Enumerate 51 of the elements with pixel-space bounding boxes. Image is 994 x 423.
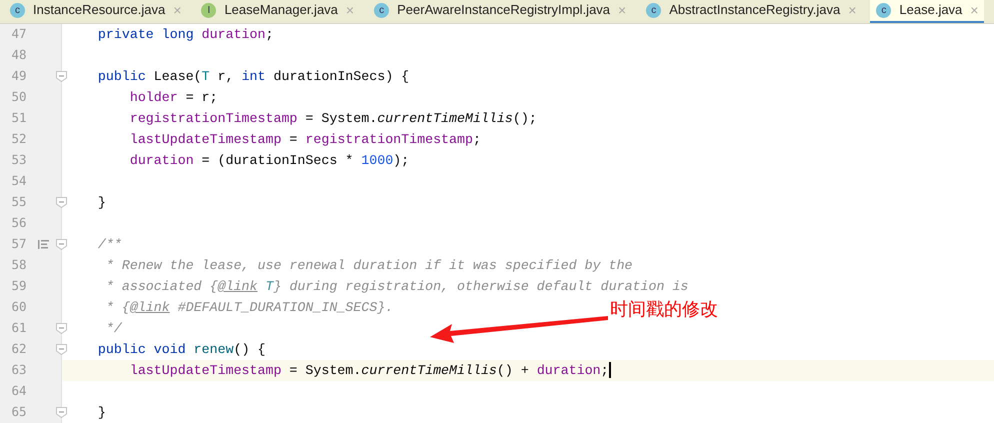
line-number: 64: [10, 382, 27, 400]
code-line: /**: [96, 236, 122, 254]
line-number: 60: [10, 298, 27, 316]
code-line: * associated {@link T} during registration, otherwise default duration is: [104, 278, 688, 296]
code-line: private long duration;: [96, 26, 274, 44]
fold-icon[interactable]: [56, 344, 67, 355]
code-line: duration = (durationInSecs * 1000);: [128, 152, 410, 170]
fold-icon[interactable]: [56, 323, 67, 334]
class-file-icon: c: [876, 2, 892, 18]
class-file-icon: c: [10, 2, 25, 18]
fold-icon[interactable]: [56, 407, 67, 418]
line-number: 57: [10, 235, 27, 254]
code-line: }: [96, 404, 106, 422]
file-tab[interactable]: c AbstractInstanceRegistry.java ×: [640, 0, 862, 23]
code-line: * Renew the lease, use renewal duration if it was specified by the: [104, 257, 633, 275]
code-line: public void renew() {: [96, 341, 266, 359]
line-number: 51: [10, 109, 27, 128]
line-number: 56: [10, 214, 27, 232]
line-number: 49: [10, 67, 27, 86]
file-tab[interactable]: c PeerAwareInstanceRegistryImpl.java ×: [368, 0, 632, 23]
code-line: public Lease(T r, int durationInSecs) {: [96, 68, 410, 86]
fold-icon[interactable]: [56, 197, 67, 208]
code-line: lastUpdateTimestamp = System.currentTimeMillis() + duration;: [128, 361, 611, 380]
line-number: 62: [10, 340, 27, 358]
line-number: 63: [10, 361, 27, 380]
code-line: lastUpdateTimestamp = registrationTimestamp;: [128, 131, 481, 149]
code-line: }: [96, 194, 106, 212]
code-line: registrationTimestamp = System.currentTimeMillis();: [128, 110, 537, 128]
line-number: 61: [10, 319, 27, 338]
file-tab[interactable]: c InstanceResource.java ×: [4, 0, 188, 23]
file-tab[interactable]: I LeaseManager.java ×: [195, 0, 360, 23]
annotation-text: 时间戳的修改: [610, 298, 718, 321]
code-line: */: [104, 320, 122, 338]
interface-file-icon: I: [201, 2, 216, 18]
line-number: 59: [10, 277, 27, 296]
line-number: 54: [10, 172, 27, 190]
class-file-icon: c: [646, 2, 662, 18]
line-number: 58: [10, 256, 27, 274]
fold-icon[interactable]: [56, 239, 67, 250]
line-number: 50: [10, 88, 27, 106]
fold-icon[interactable]: [56, 71, 67, 82]
line-number: 52: [10, 130, 27, 148]
code-line: * {@link #DEFAULT_DURATION_IN_SECS}.: [104, 299, 394, 317]
line-number: 55: [10, 193, 27, 212]
line-number: 47: [10, 25, 27, 44]
line-number: 65: [10, 403, 27, 422]
code-line: holder = r;: [128, 89, 218, 107]
line-number: 53: [10, 151, 27, 170]
file-tab[interactable]: c Lease.java ×: [870, 0, 984, 23]
class-file-icon: c: [374, 2, 390, 18]
line-number: 48: [10, 46, 27, 64]
